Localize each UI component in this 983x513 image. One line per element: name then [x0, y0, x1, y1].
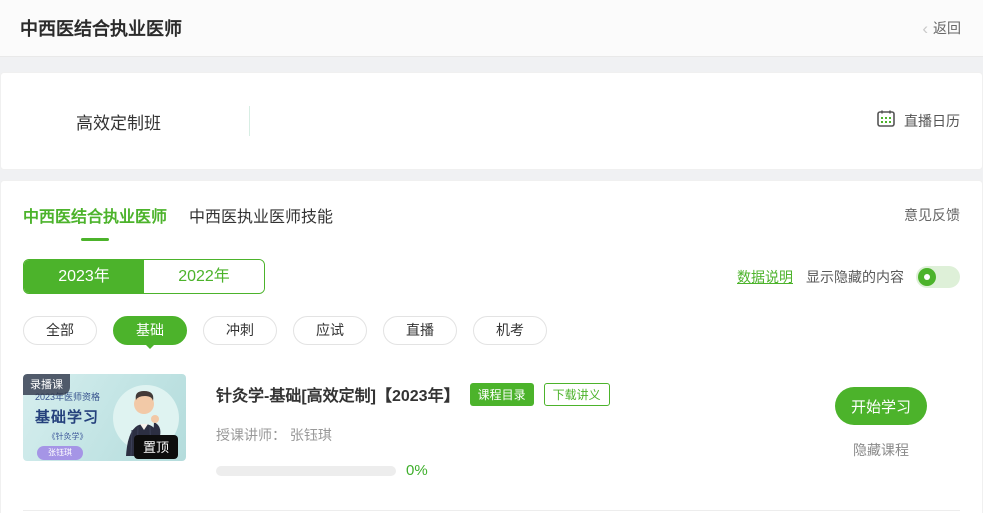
vertical-divider — [249, 106, 250, 136]
progress-row: 0% — [216, 462, 610, 479]
show-hidden-label: 显示隐藏的内容 — [806, 267, 904, 287]
teacher-label: 授课讲师： — [216, 427, 286, 443]
back-button[interactable]: ‹ 返回 — [922, 18, 961, 38]
class-name: 高效定制班 — [76, 109, 161, 134]
filter-machine-exam[interactable]: 机考 — [473, 316, 547, 345]
feedback-link[interactable]: 意见反馈 — [904, 203, 960, 225]
progress-percent: 0% — [406, 462, 428, 479]
thumbnail-teacher-tag: 张钰琪 — [37, 446, 83, 460]
course-title-row: 针灸学-基础[高效定制]【2023年】 课程目录 下载讲义 — [216, 382, 610, 406]
hide-course-link[interactable]: 隐藏课程 — [853, 440, 909, 460]
filter-all[interactable]: 全部 — [23, 316, 97, 345]
page: 中西医结合执业医师 ‹ 返回 高效定制班 直播日历 — [0, 0, 983, 513]
year-right-controls: 数据说明 显示隐藏的内容 — [737, 266, 960, 288]
course-catalog-button[interactable]: 课程目录 — [470, 383, 534, 406]
thumbnail-text: 2023年医师资格 基础学习 《针灸学》 张钰琪 — [35, 390, 100, 460]
filter-live[interactable]: 直播 — [383, 316, 457, 345]
recorded-course-badge: 录播课 — [23, 374, 70, 395]
course-info: 针灸学-基础[高效定制]【2023年】 课程目录 下载讲义 授课讲师： 张钰琪 … — [216, 374, 610, 479]
teacher-row: 授课讲师： 张钰琪 — [216, 425, 610, 445]
year-filter-row: 2023年 2022年 数据说明 显示隐藏的内容 — [23, 259, 960, 294]
toggle-knob — [918, 268, 936, 286]
page-header: 中西医结合执业医师 ‹ 返回 — [0, 0, 983, 57]
teacher-name: 张钰琪 — [290, 427, 332, 443]
pinned-badge: 置顶 — [134, 435, 178, 459]
show-hidden-toggle[interactable] — [916, 266, 960, 288]
back-label: 返回 — [933, 18, 961, 38]
filter-basic[interactable]: 基础 — [113, 316, 187, 345]
year-tab-2022[interactable]: 2022年 — [144, 260, 264, 293]
page-title: 中西医结合执业医师 — [20, 15, 182, 41]
filter-exam-oriented[interactable]: 应试 — [293, 316, 367, 345]
filter-sprint[interactable]: 冲刺 — [203, 316, 277, 345]
progress-bar — [216, 466, 396, 476]
tab-zhongxiyi-jineng[interactable]: 中西医执业医师技能 — [189, 203, 333, 241]
thumbnail-line2: 基础学习 — [35, 406, 100, 427]
start-learning-button[interactable]: 开始学习 — [835, 387, 927, 425]
main-card: 中西医结合执业医师 中西医执业医师技能 意见反馈 2023年 2022年 数据说… — [0, 180, 983, 513]
download-handout-button[interactable]: 下载讲义 — [544, 383, 610, 406]
course-thumbnail[interactable]: 录播课 — [23, 374, 186, 461]
live-calendar-link[interactable]: 直播日历 — [877, 110, 960, 132]
class-card: 高效定制班 直播日历 — [0, 72, 983, 170]
chevron-left-icon: ‹ — [922, 20, 928, 37]
exam-tabs: 中西医结合执业医师 中西医执业医师技能 意见反馈 — [23, 181, 960, 235]
course-item: 录播课 — [23, 374, 960, 479]
category-filters: 全部 基础 冲刺 应试 直播 机考 — [23, 316, 960, 345]
year-tab-2023[interactable]: 2023年 — [24, 260, 144, 293]
tab-zhongxiyi-jiehe[interactable]: 中西医结合执业医师 — [23, 203, 167, 241]
course-title[interactable]: 针灸学-基础[高效定制]【2023年】 — [216, 382, 460, 406]
course-actions: 开始学习 隐藏课程 — [835, 374, 927, 479]
data-note-link[interactable]: 数据说明 — [737, 267, 793, 287]
year-tabs: 2023年 2022年 — [23, 259, 265, 294]
live-calendar-label: 直播日历 — [904, 111, 960, 131]
thumbnail-line3: 《针灸学》 — [35, 431, 100, 442]
calendar-icon — [877, 110, 895, 132]
